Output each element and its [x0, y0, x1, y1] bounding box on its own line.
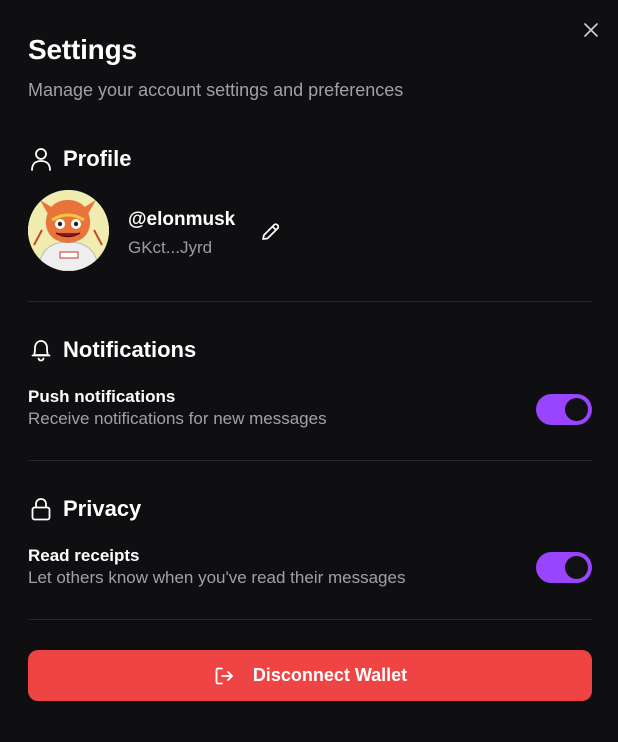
profile-section-header: Profile [28, 144, 131, 174]
divider [28, 301, 592, 302]
privacy-section-label: Privacy [63, 496, 142, 521]
divider [28, 619, 592, 620]
disconnect-wallet-label: Disconnect Wallet [252, 665, 408, 685]
privacy-section-header: Privacy [28, 494, 141, 524]
lock-icon [28, 496, 54, 522]
disconnect-wallet-button[interactable]: Disconnect Wallet [28, 650, 592, 701]
notifications-section-label: Notifications [63, 337, 197, 362]
divider [28, 460, 592, 461]
profile-username: @elonmusk [128, 209, 236, 230]
notifications-section-header: Notifications [28, 335, 196, 365]
avatar-image [28, 190, 109, 271]
close-button[interactable] [580, 19, 602, 41]
close-icon [584, 23, 598, 37]
page-title: Settings [28, 34, 137, 65]
profile-section-label: Profile [63, 146, 132, 171]
page-subtitle: Manage your account settings and prefere… [28, 80, 404, 100]
push-notifications-toggle[interactable] [536, 394, 592, 425]
push-notifications-description: Receive notifications for new messages [28, 409, 327, 428]
push-notifications-title: Push notifications [28, 387, 176, 406]
pencil-icon [262, 223, 280, 240]
edit-profile-button[interactable] [258, 220, 282, 244]
bell-icon [28, 337, 54, 363]
logout-icon [213, 665, 235, 687]
settings-panel: Settings Manage your account settings an… [0, 0, 618, 742]
avatar [28, 190, 109, 271]
wallet-address: GKct...Jyrd [128, 238, 213, 257]
toggle-knob [565, 556, 588, 579]
toggle-knob [565, 398, 588, 421]
read-receipts-description: Let others know when you've read their m… [28, 568, 406, 587]
read-receipts-title: Read receipts [28, 546, 140, 565]
user-icon [28, 146, 54, 172]
read-receipts-toggle[interactable] [536, 552, 592, 583]
